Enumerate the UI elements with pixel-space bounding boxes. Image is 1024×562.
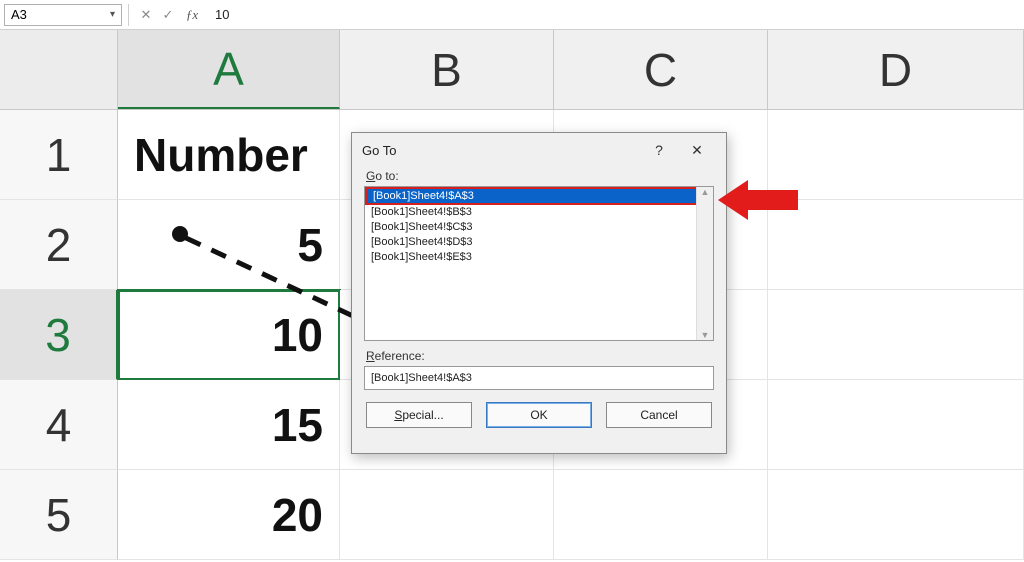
dialog-titlebar[interactable]: Go To ? ✕ <box>352 133 726 167</box>
reference-label: Reference: <box>366 349 714 363</box>
column-header-D[interactable]: D <box>768 30 1024 109</box>
cell-D1[interactable] <box>768 110 1024 200</box>
goto-list-label: Go to: <box>366 169 714 183</box>
name-box-value: A3 <box>11 7 27 22</box>
column-header-row: A B C D <box>0 30 1024 110</box>
goto-list-scrollbar[interactable]: ▲ ▼ <box>696 187 713 340</box>
dialog-button-row: Special... OK Cancel <box>364 402 714 428</box>
separator <box>128 4 129 26</box>
close-icon: ✕ <box>691 142 703 159</box>
column-header-A[interactable]: A <box>118 30 340 109</box>
goto-list-item[interactable]: [Book1]Sheet4!$C$3 <box>365 220 713 235</box>
fx-icon[interactable]: ƒx <box>179 4 205 26</box>
row-header-1[interactable]: 1 <box>0 110 118 200</box>
row-header-2[interactable]: 2 <box>0 200 118 290</box>
cancel-formula-icon[interactable]: ✕ <box>135 4 157 26</box>
cell-B5[interactable] <box>340 470 554 560</box>
goto-list-item[interactable]: [Book1]Sheet4!$D$3 <box>365 235 713 250</box>
cancel-button[interactable]: Cancel <box>606 402 712 428</box>
cell-A4[interactable]: 15 <box>118 380 340 470</box>
scroll-down-icon: ▼ <box>701 330 710 340</box>
dialog-body: Go to: [Book1]Sheet4!$A$3 [Book1]Sheet4!… <box>352 169 726 440</box>
goto-list-item[interactable]: [Book1]Sheet4!$B$3 <box>365 205 713 220</box>
ok-button[interactable]: OK <box>486 402 592 428</box>
scroll-up-icon: ▲ <box>701 187 710 197</box>
column-header-C[interactable]: C <box>554 30 768 109</box>
cell-C5[interactable] <box>554 470 768 560</box>
cell-A3[interactable]: 10 <box>118 290 340 380</box>
name-box[interactable]: A3 ▾ <box>4 4 122 26</box>
dialog-help-button[interactable]: ? <box>640 136 678 164</box>
dialog-title-text: Go To <box>362 143 640 158</box>
chevron-down-icon: ▾ <box>110 9 115 20</box>
cell-D5[interactable] <box>768 470 1024 560</box>
formula-bar: A3 ▾ ✕ ✓ ƒx 10 <box>0 0 1024 30</box>
special-button[interactable]: Special... <box>366 402 472 428</box>
select-all-corner[interactable] <box>0 30 118 109</box>
row-header-4[interactable]: 4 <box>0 380 118 470</box>
reference-input[interactable] <box>364 366 714 390</box>
row-header-3[interactable]: 3 <box>0 290 118 380</box>
row-header-5[interactable]: 5 <box>0 470 118 560</box>
goto-list[interactable]: [Book1]Sheet4!$A$3 [Book1]Sheet4!$B$3 [B… <box>364 186 714 341</box>
cell-A1[interactable]: Number <box>118 110 340 200</box>
goto-list-item[interactable]: [Book1]Sheet4!$E$3 <box>365 250 713 265</box>
accept-formula-icon[interactable]: ✓ <box>157 4 179 26</box>
cell-A5[interactable]: 20 <box>118 470 340 560</box>
cell-D4[interactable] <box>768 380 1024 470</box>
cell-A2[interactable]: 5 <box>118 200 340 290</box>
dialog-close-button[interactable]: ✕ <box>678 136 716 164</box>
cell-D2[interactable] <box>768 200 1024 290</box>
goto-dialog: Go To ? ✕ Go to: [Book1]Sheet4!$A$3 [Boo… <box>351 132 727 454</box>
cell-D3[interactable] <box>768 290 1024 380</box>
column-header-B[interactable]: B <box>340 30 554 109</box>
formula-bar-input[interactable]: 10 <box>205 7 229 22</box>
goto-list-item[interactable]: [Book1]Sheet4!$A$3 <box>365 187 713 205</box>
